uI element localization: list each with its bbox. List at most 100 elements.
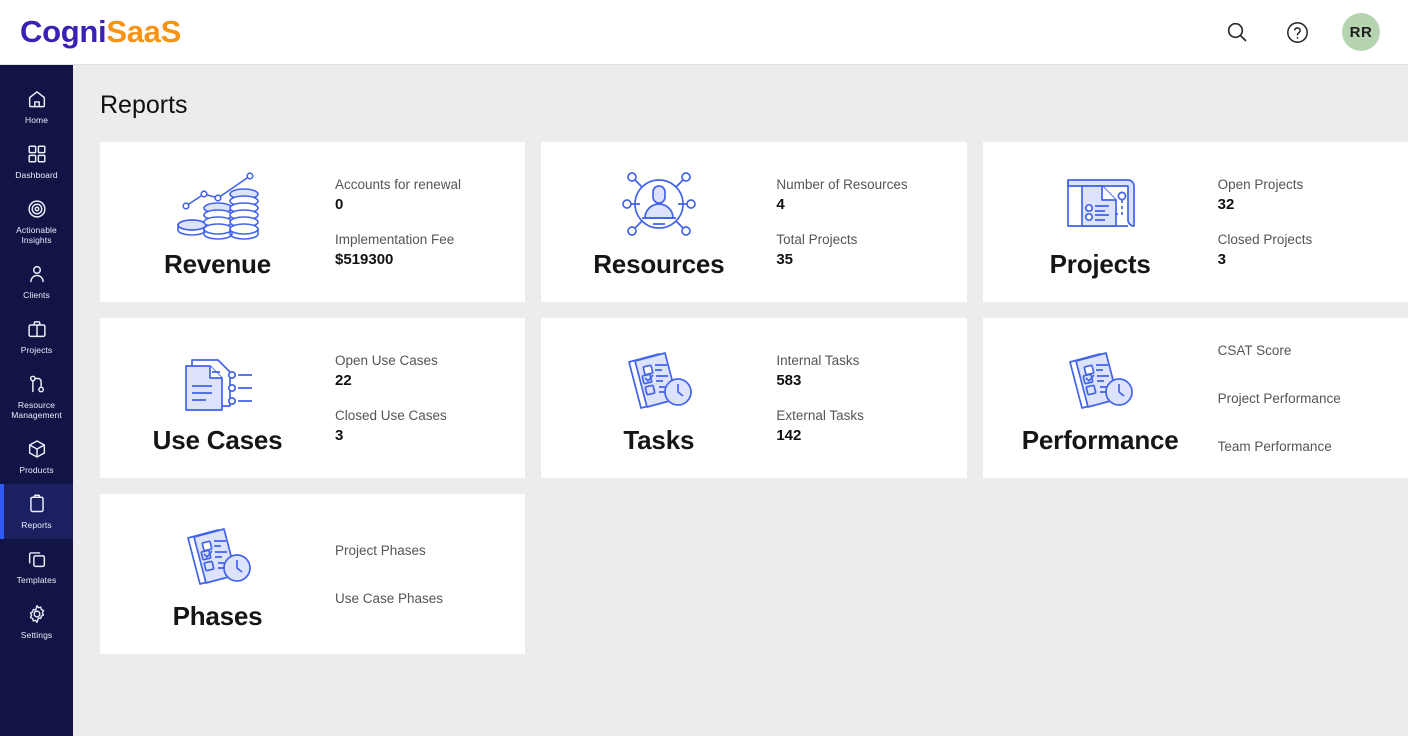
page-title: Reports [100, 91, 188, 119]
home-icon [26, 88, 48, 110]
report-card-revenue[interactable]: Revenue Accounts for renewal 0 Implement… [100, 142, 526, 302]
sidebar-item-clients[interactable]: Clients [0, 254, 73, 309]
sidebar-item-reports[interactable]: Reports [0, 484, 73, 539]
stat-item: Accounts for renewal 0 [335, 176, 511, 213]
sidebar-item-templates[interactable]: Templates [0, 539, 73, 594]
sidebar-item-label: Templates [16, 575, 57, 585]
card-left: Resources [541, 142, 776, 302]
report-card-performance[interactable]: Performance CSAT Score Project Performan… [982, 318, 1408, 478]
stat-item: Implementation Fee $519300 [335, 231, 511, 268]
stat-label: Closed Use Cases [335, 408, 447, 423]
stat-item: Closed Projects 3 [1218, 231, 1394, 268]
stat-value: 3 [335, 427, 344, 444]
stat-label: Accounts for renewal [335, 177, 462, 192]
sidebar-item-label: Projects [20, 345, 53, 355]
stat-value: 142 [776, 427, 802, 444]
sidebar-item-dashboard[interactable]: Dashboard [0, 134, 73, 189]
card-left: Performance [983, 318, 1218, 478]
reports-card-grid: Revenue Accounts for renewal 0 Implement… [73, 142, 1408, 654]
tasks-clock-icon [615, 344, 703, 416]
stat-value: 583 [776, 372, 802, 389]
stat-item: Open Use Cases 22 [335, 352, 511, 389]
stat-label: External Tasks [776, 408, 864, 423]
stat-item: Closed Use Cases 3 [335, 407, 511, 444]
top-bar: CogniSaaS RR [0, 0, 1408, 65]
stat-item: Total Projects 35 [776, 231, 952, 268]
link-csat-score[interactable]: CSAT Score [1218, 342, 1394, 359]
stat-item: Number of Resources 4 [776, 176, 952, 213]
logo-text-secondary: SaaS [106, 14, 181, 49]
usecase-document-icon [172, 344, 264, 416]
stat-item: Open Projects 32 [1218, 176, 1394, 213]
stat-value: 35 [776, 251, 794, 268]
top-bar-actions: RR [1220, 13, 1380, 51]
link-project-phases[interactable]: Project Phases [335, 542, 511, 559]
link-project-performance[interactable]: Project Performance [1218, 390, 1394, 407]
resource-network-icon [615, 168, 703, 240]
sidebar-item-label: Products [19, 465, 54, 475]
card-stats: Open Projects 32 Closed Projects 3 [1218, 142, 1408, 302]
card-title: Use Cases [152, 425, 283, 455]
project-document-icon [1056, 168, 1144, 240]
clipboard-icon [26, 493, 48, 515]
card-links: CSAT Score Project Performance Team Perf… [1218, 318, 1408, 478]
logo-text-primary: Cogni [20, 14, 107, 49]
stat-item: External Tasks 142 [776, 407, 952, 444]
sidebar-item-home[interactable]: Home [0, 79, 73, 134]
sidebar-item-label: Settings [20, 630, 53, 640]
card-title: Revenue [164, 249, 271, 279]
tasks-clock-icon [1056, 344, 1144, 416]
card-title: Performance [1021, 425, 1179, 455]
sidebar-item-label: Clients [23, 290, 50, 300]
sidebar-item-label: Dashboard [15, 170, 58, 180]
stat-label: Number of Resources [776, 177, 908, 192]
card-title: Projects [1049, 249, 1151, 279]
app-logo[interactable]: CogniSaaS [20, 14, 181, 50]
help-circle-icon[interactable] [1280, 15, 1314, 49]
stat-label: Implementation Fee [335, 232, 455, 247]
main-content: Reports Revenue Accounts for renewal 0 I… [73, 65, 1408, 736]
report-card-tasks[interactable]: Tasks Internal Tasks 583 External Tasks … [541, 318, 967, 478]
stat-value: 4 [776, 196, 785, 213]
sidebar-item-products[interactable]: Products [0, 429, 73, 484]
sidebar-item-projects[interactable]: Projects [0, 309, 73, 364]
report-card-projects[interactable]: Projects Open Projects 32 Closed Project… [982, 142, 1408, 302]
stat-value: $519300 [335, 251, 394, 268]
target-icon [26, 198, 48, 220]
stat-label: Closed Projects [1217, 232, 1313, 247]
card-left: Tasks [541, 318, 776, 478]
card-stats: Number of Resources 4 Total Projects 35 [776, 142, 966, 302]
card-stats: Open Use Cases 22 Closed Use Cases 3 [335, 318, 525, 478]
copy-icon [26, 548, 48, 570]
report-card-resources[interactable]: Resources Number of Resources 4 Total Pr… [541, 142, 967, 302]
sidebar-item-label: Actionable Insights [16, 225, 57, 245]
card-stats: Accounts for renewal 0 Implementation Fe… [335, 142, 525, 302]
avatar[interactable]: RR [1342, 13, 1380, 51]
coins-growth-icon [172, 168, 264, 240]
stat-item: Internal Tasks 583 [776, 352, 952, 389]
card-links: Project Phases Use Case Phases [335, 494, 525, 654]
grid-icon [26, 143, 48, 165]
sidebar-item-resource-management[interactable]: Resource Management [0, 364, 73, 429]
stat-label: Open Use Cases [335, 353, 438, 368]
report-card-phases[interactable]: Phases Project Phases Use Case Phases [100, 494, 526, 654]
sidebar-item-actionable-insights[interactable]: Actionable Insights [0, 189, 73, 254]
card-title: Tasks [623, 425, 695, 455]
card-title: Resources [593, 249, 725, 279]
link-team-performance[interactable]: Team Performance [1218, 438, 1394, 455]
card-left: Use Cases [100, 318, 335, 478]
card-left: Projects [983, 142, 1218, 302]
card-stats: Internal Tasks 583 External Tasks 142 [776, 318, 966, 478]
sidebar: Home Dashboard Actionable Insights Clien… [0, 65, 73, 736]
card-left: Revenue [100, 142, 335, 302]
link-use-case-phases[interactable]: Use Case Phases [335, 590, 511, 607]
card-left: Phases [100, 494, 335, 654]
stat-label: Open Projects [1217, 177, 1304, 192]
app-root: CogniSaaS RR Home Dashboard Actionable I… [0, 0, 1408, 736]
sidebar-item-label: Home [24, 115, 49, 125]
stat-label: Total Projects [776, 232, 858, 247]
report-card-use-cases[interactable]: Use Cases Open Use Cases 22 Closed Use C… [100, 318, 526, 478]
sidebar-item-settings[interactable]: Settings [0, 594, 73, 649]
stat-value: 3 [1217, 251, 1226, 268]
search-icon[interactable] [1220, 15, 1254, 49]
